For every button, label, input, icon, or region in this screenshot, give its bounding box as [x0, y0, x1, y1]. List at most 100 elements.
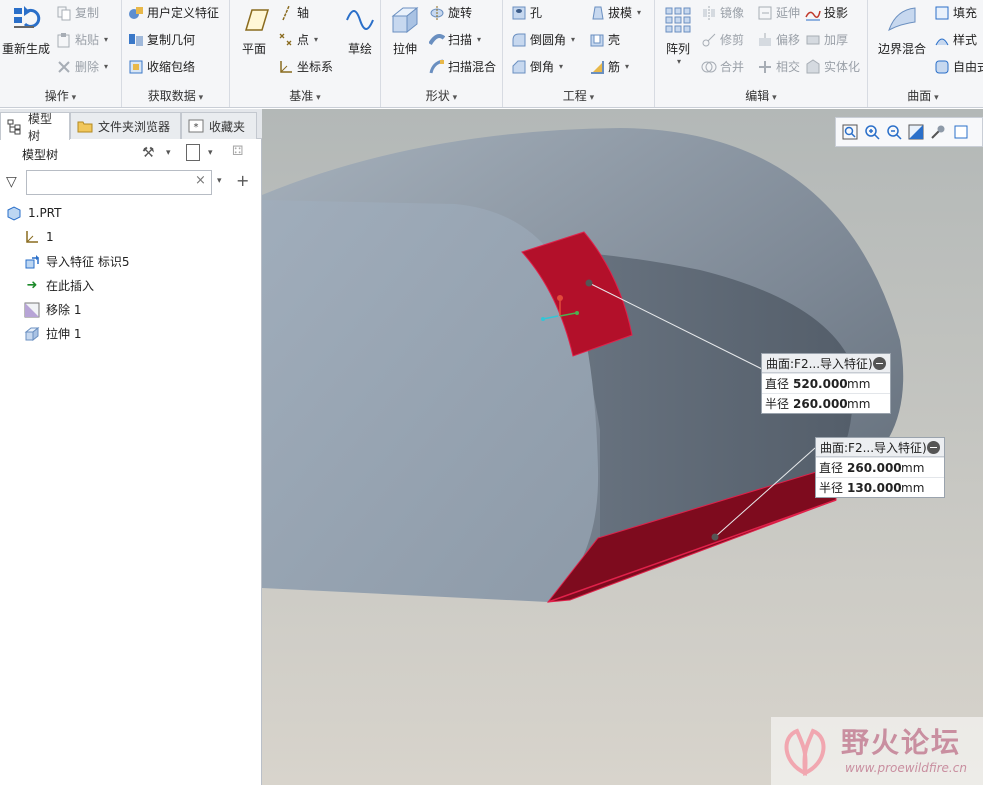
- hole-button[interactable]: 孔: [511, 4, 542, 21]
- settings-icon[interactable]: ⚒: [142, 145, 155, 161]
- tab-model-tree[interactable]: 模型树: [0, 112, 70, 143]
- paste-button[interactable]: 粘贴 ▾: [56, 31, 108, 48]
- tree-item-label: 移除 1: [46, 303, 82, 317]
- chamfer-button[interactable]: 倒角 ▾: [511, 58, 563, 75]
- freestyle-icon: [935, 60, 949, 73]
- fill-button[interactable]: 填充: [934, 4, 977, 21]
- model-tree-title: 模型树: [22, 148, 59, 162]
- tree-item-label: 1.PRT: [28, 206, 62, 220]
- chevron-down-icon: ▾: [637, 8, 642, 17]
- graphics-viewport[interactable]: 曲面:F2...导入特征) 直径 520.000 mm 半径 260.000 m…: [262, 109, 983, 785]
- collapse-icon[interactable]: [927, 440, 940, 454]
- delete-icon: [58, 60, 70, 73]
- tree-item-csys[interactable]: 1: [24, 229, 54, 245]
- thicken-button[interactable]: 加厚: [805, 31, 848, 48]
- show-icon[interactable]: [186, 144, 200, 161]
- collapse-icon[interactable]: [873, 356, 886, 370]
- delete-button[interactable]: 删除 ▾: [56, 58, 108, 75]
- csys-button[interactable]: 坐标系: [278, 58, 333, 75]
- chevron-down-icon: ▾: [104, 35, 109, 44]
- revolve-icon: [430, 5, 444, 20]
- pattern-button[interactable]: 阵列 ▾: [659, 4, 697, 66]
- tree-filter-bar: ▽ × ▾ +: [0, 169, 262, 197]
- sketch-button[interactable]: 草绘: [342, 4, 378, 57]
- group-label-operations[interactable]: 操作: [0, 87, 121, 104]
- saved-views-icon[interactable]: [952, 124, 968, 140]
- plane-label: 平面: [241, 42, 266, 56]
- solidify-button[interactable]: 实体化: [805, 58, 860, 75]
- boundary-blend-button[interactable]: 边界混合: [872, 4, 932, 57]
- dimension-callout-upper[interactable]: 曲面:F2...导入特征) 直径 520.000 mm 半径 260.000 m…: [761, 353, 891, 414]
- hole-label: 孔: [530, 6, 543, 20]
- display-style-icon[interactable]: [930, 124, 946, 140]
- tree-search-input[interactable]: [26, 170, 212, 195]
- swept-blend-button[interactable]: 扫描混合: [429, 58, 496, 75]
- offset-icon: [759, 32, 771, 46]
- pattern-icon: [665, 7, 691, 33]
- rib-button[interactable]: 筋 ▾: [589, 58, 629, 75]
- sweep-button[interactable]: 扫描 ▾: [429, 31, 481, 48]
- plane-button[interactable]: 平面: [234, 4, 274, 57]
- tree-item-remove[interactable]: 移除 1: [24, 301, 81, 318]
- tab-model-tree-label: 模型树: [28, 111, 53, 143]
- chevron-down-icon[interactable]: ▾: [208, 148, 213, 158]
- axis-button[interactable]: 轴: [278, 4, 309, 21]
- tree-item-label: 拉伸 1: [46, 327, 82, 341]
- intersect-icon: [759, 60, 771, 73]
- tree-item-insert-here[interactable]: ➜ 在此插入: [24, 277, 94, 294]
- style-button[interactable]: 样式: [934, 31, 977, 48]
- fill-label: 填充: [953, 6, 978, 20]
- chevron-down-icon[interactable]: ▾: [166, 148, 171, 158]
- trim-button[interactable]: 修剪: [701, 31, 744, 48]
- clear-icon[interactable]: ×: [195, 173, 206, 188]
- copy-button[interactable]: 复制: [56, 4, 99, 21]
- extend-button[interactable]: 延伸: [757, 4, 800, 21]
- tab-favorites[interactable]: * 收藏夹: [181, 112, 257, 139]
- point-button[interactable]: 点 ▾: [278, 31, 318, 48]
- refit-icon[interactable]: [842, 124, 858, 140]
- merge-button[interactable]: 合并: [701, 58, 744, 75]
- zoom-in-icon[interactable]: [864, 124, 880, 140]
- mirror-button[interactable]: 镜像: [701, 4, 744, 21]
- radius-label: 半径: [765, 397, 790, 411]
- repaint-icon[interactable]: [908, 124, 924, 140]
- copy-geometry-button[interactable]: 复制几何: [128, 31, 195, 48]
- intersect-button[interactable]: 相交: [757, 58, 800, 75]
- udf-button[interactable]: 用户定义特征: [128, 4, 219, 21]
- offset-button[interactable]: 偏移: [757, 31, 800, 48]
- group-label-shapes[interactable]: 形状: [381, 87, 502, 104]
- shrinkwrap-icon: [129, 60, 143, 73]
- dimension-callout-lower[interactable]: 曲面:F2...导入特征) 直径 260.000 mm 半径 130.000 m…: [815, 437, 945, 498]
- group-label-datum[interactable]: 基准: [230, 87, 380, 104]
- point-label: 点: [297, 33, 310, 47]
- group-surfaces: 边界混合 填充 样式 自由式 曲面: [868, 0, 983, 107]
- tree-columns-icon[interactable]: ⚃: [232, 144, 243, 159]
- chamfer-icon: [512, 60, 526, 73]
- udf-icon: [129, 6, 143, 19]
- freestyle-button[interactable]: 自由式: [934, 58, 983, 75]
- group-label-get-data[interactable]: 获取数据: [122, 87, 229, 104]
- group-label-engineering[interactable]: 工程: [503, 87, 654, 104]
- remove-feature-icon: [24, 302, 40, 317]
- project-button[interactable]: 投影: [805, 4, 848, 21]
- shrinkwrap-button[interactable]: 收缩包络: [128, 58, 195, 75]
- extrude-button[interactable]: 拉伸: [385, 4, 425, 57]
- tree-item-part[interactable]: 1.PRT: [6, 205, 61, 221]
- shell-button[interactable]: 壳: [589, 31, 620, 48]
- revolve-button[interactable]: 旋转: [429, 4, 472, 21]
- round-button[interactable]: 倒圆角 ▾: [511, 31, 575, 48]
- tree-item-extrude[interactable]: 拉伸 1: [24, 325, 81, 342]
- draft-button[interactable]: 拔模 ▾: [589, 4, 641, 21]
- regenerate-button[interactable]: 重新生成: [0, 4, 52, 57]
- group-label-editing[interactable]: 编辑: [655, 87, 867, 104]
- group-label-surfaces[interactable]: 曲面: [868, 87, 978, 104]
- pattern-label: 阵列: [665, 42, 690, 56]
- tab-folder-browser[interactable]: 文件夹浏览器: [70, 112, 181, 139]
- tree-item-import-feature[interactable]: 导入特征 标识5: [24, 253, 129, 270]
- add-icon[interactable]: +: [236, 171, 249, 190]
- project-label: 投影: [824, 6, 849, 20]
- chevron-down-icon[interactable]: ▾: [217, 176, 222, 186]
- solidify-icon: [806, 58, 820, 73]
- zoom-out-icon[interactable]: [886, 124, 902, 140]
- fill-icon: [935, 6, 949, 19]
